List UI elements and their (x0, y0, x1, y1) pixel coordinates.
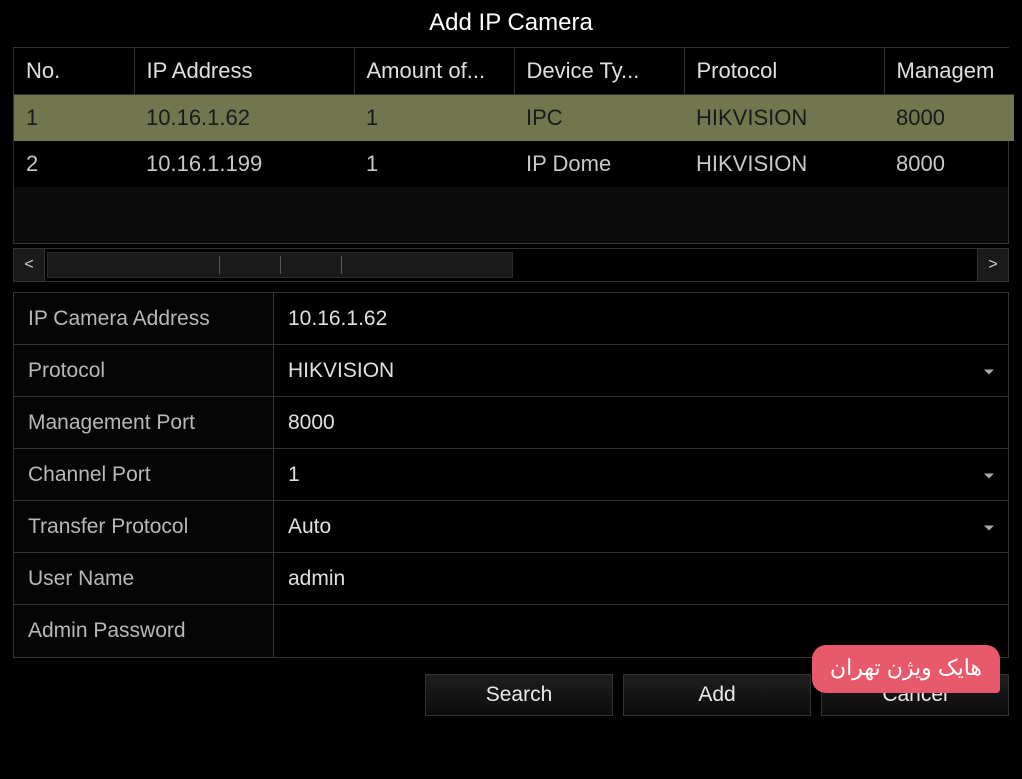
management-port-input[interactable] (288, 411, 994, 435)
field-channel-port[interactable]: 1 (274, 449, 1008, 500)
device-table: No.IP AddressAmount of...Device Ty...Pro… (14, 48, 1014, 187)
table-cell: 8000 (884, 141, 1014, 187)
table-cell: 10.16.1.199 (134, 141, 354, 187)
chevron-down-icon (984, 525, 994, 530)
label-transfer-protocol: Transfer Protocol (14, 501, 274, 552)
channel-port-value: 1 (288, 463, 300, 487)
table-header-row: No.IP AddressAmount of...Device Ty...Pro… (14, 48, 1014, 95)
field-user-name[interactable] (274, 553, 1008, 604)
table-cell: HIKVISION (684, 95, 884, 142)
col-header[interactable]: Protocol (684, 48, 884, 95)
dialog-title: Add IP Camera (1, 1, 1021, 47)
field-protocol[interactable]: HIKVISION (274, 345, 1008, 396)
col-header[interactable]: Device Ty... (514, 48, 684, 95)
device-table-wrap: No.IP AddressAmount of...Device Ty...Pro… (13, 47, 1009, 244)
table-cell: 2 (14, 141, 134, 187)
transfer-protocol-value: Auto (288, 515, 331, 539)
table-row[interactable]: 110.16.1.621IPCHIKVISION8000 (14, 95, 1014, 142)
table-cell: IPC (514, 95, 684, 142)
label-protocol: Protocol (14, 345, 274, 396)
label-management-port: Management Port (14, 397, 274, 448)
row-transfer-protocol: Transfer Protocol Auto (14, 501, 1008, 553)
scroll-thumb[interactable] (47, 252, 513, 278)
admin-password-input[interactable] (288, 619, 994, 643)
table-cell: HIKVISION (684, 141, 884, 187)
table-cell: 1 (354, 141, 514, 187)
table-cell: 1 (14, 95, 134, 142)
col-header[interactable]: No. (14, 48, 134, 95)
col-header[interactable]: IP Address (134, 48, 354, 95)
label-user-name: User Name (14, 553, 274, 604)
row-protocol: Protocol HIKVISION (14, 345, 1008, 397)
user-name-input[interactable] (288, 567, 994, 591)
label-channel-port: Channel Port (14, 449, 274, 500)
scroll-track[interactable] (45, 248, 977, 282)
table-cell: 10.16.1.62 (134, 95, 354, 142)
field-management-port[interactable] (274, 397, 1008, 448)
col-header[interactable]: Managem (884, 48, 1014, 95)
table-row[interactable]: 210.16.1.1991IP DomeHIKVISION8000 (14, 141, 1014, 187)
label-admin-password: Admin Password (14, 605, 274, 657)
scroll-right-button[interactable]: > (977, 248, 1009, 282)
row-user-name: User Name (14, 553, 1008, 605)
search-button[interactable]: Search (425, 674, 613, 716)
scroll-left-button[interactable]: < (13, 248, 45, 282)
field-ip-camera-address[interactable] (274, 293, 1008, 344)
row-channel-port: Channel Port 1 (14, 449, 1008, 501)
add-ip-camera-dialog: Add IP Camera No.IP AddressAmount of...D… (0, 0, 1022, 779)
table-empty-space (14, 187, 1008, 243)
chevron-down-icon (984, 369, 994, 374)
chevron-down-icon (984, 473, 994, 478)
protocol-value: HIKVISION (288, 359, 394, 383)
row-ip-camera-address: IP Camera Address (14, 293, 1008, 345)
table-cell: 1 (354, 95, 514, 142)
col-header[interactable]: Amount of... (354, 48, 514, 95)
horizontal-scrollbar: < > (13, 248, 1009, 282)
ip-camera-address-input[interactable] (288, 307, 994, 331)
table-cell: 8000 (884, 95, 1014, 142)
row-management-port: Management Port (14, 397, 1008, 449)
camera-form: IP Camera Address Protocol HIKVISION Man… (13, 292, 1009, 658)
watermark-badge: هایک ویژن تهران (812, 645, 1000, 693)
add-button[interactable]: Add (623, 674, 811, 716)
label-ip-camera-address: IP Camera Address (14, 293, 274, 344)
table-cell: IP Dome (514, 141, 684, 187)
field-transfer-protocol[interactable]: Auto (274, 501, 1008, 552)
